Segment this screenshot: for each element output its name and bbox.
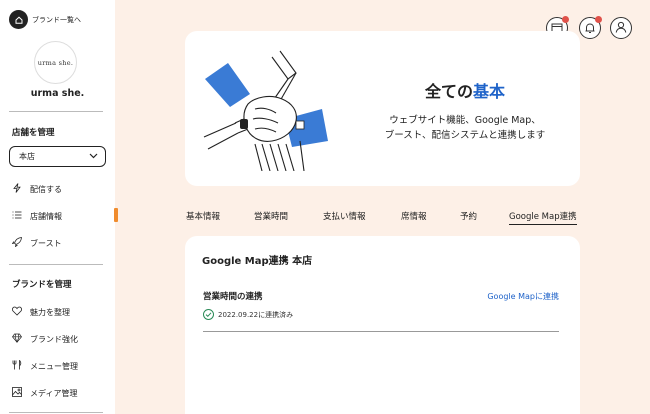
nav-item-label: メディア管理 xyxy=(30,388,78,398)
brand-logo: urma she. xyxy=(34,41,77,84)
notification-badge xyxy=(595,16,602,23)
nav-item-label: 魅力を整理 xyxy=(30,307,70,317)
diamond-icon xyxy=(12,333,22,345)
back-label: ブランド一覧へ xyxy=(32,15,81,24)
nav-item-menu[interactable]: メニュー管理 xyxy=(12,359,78,372)
divider xyxy=(203,331,559,332)
hero-subtitle-line: ウェブサイト機能、Google Map、 xyxy=(389,115,541,126)
hero-banner: 全ての基本 ウェブサイト機能、Google Map、 ブースト、配信システムと連… xyxy=(185,31,580,186)
active-nav-indicator xyxy=(114,208,118,222)
tab-basic-info[interactable]: 基本情報 xyxy=(186,210,220,222)
list-icon xyxy=(12,210,22,222)
nav-item-label: ブースト xyxy=(30,238,62,248)
store-section-title: 店舗を管理 xyxy=(12,128,55,138)
tab-seat-info[interactable]: 席情報 xyxy=(401,210,427,222)
hero-title-prefix: 全ての xyxy=(424,82,473,101)
sync-status-text: 2022.09.22に連携済み xyxy=(218,310,294,319)
hero-title-accent: 基本 xyxy=(473,82,506,101)
account-button[interactable] xyxy=(610,17,632,39)
cutlery-icon xyxy=(12,359,22,372)
nav-item-store-info[interactable]: 店舗情報 xyxy=(12,210,62,222)
sync-status: 2022.09.22に連携済み xyxy=(203,309,293,320)
check-circle-icon xyxy=(203,309,214,320)
nav-item-media[interactable]: メディア管理 xyxy=(12,387,77,399)
business-hours-sync-label: 営業時間の連携 xyxy=(203,292,263,302)
tab-business-hours[interactable]: 営業時間 xyxy=(254,210,288,222)
sidebar: ブランド一覧へ urma she. urma she. 店舗を管理 本店 配信す… xyxy=(0,0,115,414)
nav-item-appeal[interactable]: 魅力を整理 xyxy=(12,306,70,318)
hero-subtitle: ウェブサイト機能、Google Map、 ブースト、配信システムと連携します xyxy=(355,113,575,143)
card-title: Google Map連携 本店 xyxy=(202,256,313,267)
notifications-button[interactable] xyxy=(579,16,602,39)
hero-title: 全ての基本 xyxy=(365,78,565,102)
chevron-down-icon xyxy=(89,152,98,161)
lightning-icon xyxy=(12,183,22,195)
image-icon xyxy=(12,387,22,399)
tab-google-map[interactable]: Google Map連携 xyxy=(509,210,577,225)
divider xyxy=(9,412,103,413)
divider xyxy=(9,264,103,265)
tab-reservation[interactable]: 予約 xyxy=(460,210,477,222)
nav-item-label: 店舗情報 xyxy=(30,211,62,221)
store-select-value: 本店 xyxy=(19,152,35,161)
heart-icon xyxy=(12,306,22,318)
bell-icon xyxy=(584,19,596,38)
nav-item-label: ブランド強化 xyxy=(30,334,78,344)
user-icon xyxy=(614,19,628,38)
brand-section-title: ブランドを管理 xyxy=(12,280,72,290)
nav-item-broadcast[interactable]: 配信する xyxy=(12,183,62,195)
brand-name: urma she. xyxy=(30,88,85,99)
hero-subtitle-line: ブースト、配信システムと連携します xyxy=(384,130,546,141)
tab-payment-info[interactable]: 支払い情報 xyxy=(323,210,366,222)
nav-item-boost[interactable]: ブースト xyxy=(11,237,62,249)
rocket-icon xyxy=(11,237,22,249)
divider xyxy=(9,111,103,112)
google-map-card: Google Map連携 本店 営業時間の連携 Google Mapに連携 20… xyxy=(185,236,580,414)
home-icon xyxy=(9,10,28,29)
notification-badge xyxy=(562,16,569,23)
store-select[interactable]: 本店 xyxy=(9,146,106,167)
link-google-map-button[interactable]: Google Mapに連携 xyxy=(487,291,559,302)
logo-text: urma she. xyxy=(37,58,74,67)
nav-item-label: 配信する xyxy=(30,184,62,194)
teamwork-hands-illustration xyxy=(200,49,350,172)
nav-item-label: メニュー管理 xyxy=(30,361,78,371)
nav-item-brand-boost[interactable]: ブランド強化 xyxy=(12,333,78,345)
back-to-brands-link[interactable]: ブランド一覧へ xyxy=(9,10,81,29)
